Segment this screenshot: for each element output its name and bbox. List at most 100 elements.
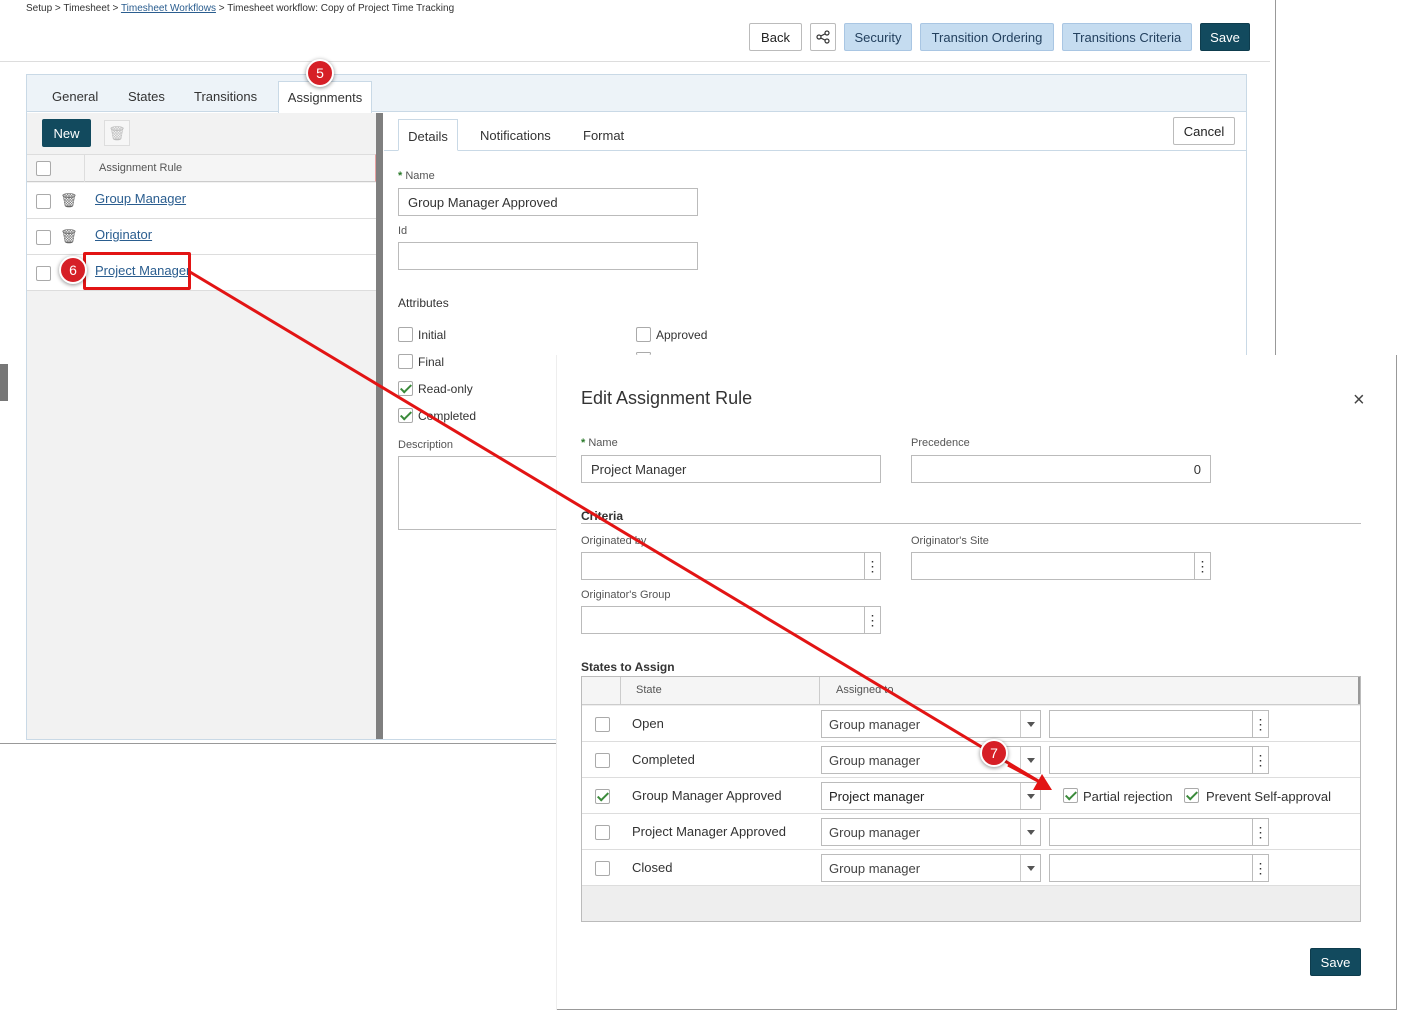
chevron-down-icon[interactable] (1020, 783, 1040, 809)
select-all-checkbox[interactable] (36, 161, 51, 176)
trash-icon[interactable]: 🗑 (60, 192, 78, 208)
rule-row[interactable]: 🗑 Group Manager (27, 183, 376, 219)
partial-rejection-checkbox[interactable] (1063, 788, 1078, 803)
column-divider (620, 677, 621, 704)
prevent-self-approval-label: Prevent Self-approval (1206, 789, 1332, 804)
assignee-input[interactable]: ⋮ (1049, 854, 1269, 882)
step-marker-7: 7 (980, 739, 1008, 767)
assigned-to-value: Project manager (829, 788, 925, 804)
assigned-to-select[interactable]: Group manager (821, 854, 1041, 882)
assigned-to-value: Group manager (829, 824, 921, 840)
more-options-icon[interactable]: ⋮ (1252, 711, 1268, 737)
chevron-down-icon[interactable] (1020, 711, 1040, 737)
partial-rejection-label: Partial rejection (1083, 789, 1173, 804)
completed-checkbox[interactable] (398, 408, 413, 423)
rule-link-originator[interactable]: Originator (95, 227, 152, 242)
state-row: Closed Group manager ⋮ (582, 850, 1360, 886)
trash-icon[interactable]: 🗑 (60, 228, 78, 244)
more-options-icon[interactable]: ⋮ (1252, 747, 1268, 773)
originators-group-input[interactable]: ⋮ (581, 606, 881, 634)
final-checkbox[interactable] (398, 354, 413, 369)
state-name: Completed (632, 752, 695, 767)
breadcrumb-setup[interactable]: Setup (26, 3, 52, 14)
row-checkbox[interactable] (36, 266, 51, 281)
row-checkbox[interactable] (595, 789, 610, 804)
more-options-icon[interactable]: ⋮ (864, 607, 880, 633)
subtab-notifications[interactable]: Notifications (480, 128, 551, 143)
prevent-self-approval-checkbox[interactable] (1184, 788, 1199, 803)
tab-states[interactable]: States (128, 89, 165, 104)
column-assigned-to[interactable]: Assigned to (836, 684, 893, 696)
row-checkbox[interactable] (595, 861, 610, 876)
back-button[interactable]: Back (749, 23, 802, 51)
more-options-icon[interactable]: ⋮ (864, 553, 880, 579)
initial-checkbox[interactable] (398, 327, 413, 342)
row-checkbox[interactable] (36, 194, 51, 209)
share-button[interactable] (810, 23, 836, 51)
id-label: Id (398, 225, 408, 237)
subtab-format[interactable]: Format (583, 128, 624, 143)
assigned-to-select[interactable]: Group manager (821, 710, 1041, 738)
rule-link-group-manager[interactable]: Group Manager (95, 191, 186, 206)
row-checkbox[interactable] (595, 717, 610, 732)
criteria-divider (581, 523, 1361, 524)
assigned-to-select[interactable]: Project manager (821, 782, 1041, 810)
more-options-icon[interactable]: ⋮ (1252, 855, 1268, 881)
chevron-down-icon[interactable] (1020, 747, 1040, 773)
originators-site-label: Originator's Site (911, 535, 989, 547)
breadcrumb-workflows-link[interactable]: Timesheet Workflows (121, 3, 216, 14)
pane-splitter[interactable] (376, 113, 383, 739)
state-id-input[interactable] (398, 242, 698, 270)
rule-name-input[interactable]: Project Manager (581, 455, 881, 483)
row-checkbox[interactable] (595, 825, 610, 840)
collapse-handle[interactable] (0, 364, 8, 401)
assignee-input[interactable]: ⋮ (1049, 818, 1269, 846)
precedence-input[interactable]: 0 (911, 455, 1211, 483)
subtab-details[interactable]: Details (398, 119, 458, 151)
originators-site-input[interactable]: ⋮ (911, 552, 1211, 580)
originators-group-label: Originator's Group (581, 589, 671, 601)
save-button[interactable]: Save (1200, 23, 1250, 51)
transition-ordering-button[interactable]: Transition Ordering (920, 23, 1054, 51)
chevron-down-icon[interactable] (1020, 855, 1040, 881)
originated-by-input[interactable]: ⋮ (581, 552, 881, 580)
cancel-button[interactable]: Cancel (1173, 117, 1235, 145)
transitions-criteria-button[interactable]: Transitions Criteria (1062, 23, 1192, 51)
originated-by-label: Originated by (581, 535, 647, 547)
security-button[interactable]: Security (844, 23, 912, 51)
description-label: Description (398, 439, 454, 451)
breadcrumb: Setup > Timesheet > Timesheet Workflows … (26, 3, 454, 14)
assigned-to-select[interactable]: Group manager (821, 818, 1041, 846)
column-state[interactable]: State (636, 684, 662, 696)
tab-general[interactable]: General (52, 89, 98, 104)
close-icon[interactable]: × (1353, 389, 1365, 412)
rule-name-label: * Name (581, 437, 618, 449)
header-divider (0, 61, 1270, 62)
rules-grid-header: Assignment Rule (27, 154, 376, 182)
assigned-to-select[interactable]: Group manager (821, 746, 1041, 774)
assignee-input[interactable]: ⋮ (1049, 710, 1269, 738)
assignee-input[interactable]: ⋮ (1049, 746, 1269, 774)
row-checkbox[interactable] (595, 753, 610, 768)
state-name: Group Manager Approved (632, 788, 782, 803)
description-textarea[interactable] (398, 456, 558, 530)
state-row: Completed Group manager ⋮ (582, 742, 1360, 778)
readonly-checkbox[interactable] (398, 381, 413, 396)
dialog-title: Edit Assignment Rule (581, 388, 753, 408)
rule-row[interactable]: 🗑 Originator (27, 219, 376, 255)
chevron-down-icon[interactable] (1020, 819, 1040, 845)
dialog-save-button[interactable]: Save (1310, 948, 1361, 976)
more-options-icon[interactable]: ⋮ (1252, 819, 1268, 845)
attributes-label: Attributes (398, 296, 449, 310)
share-icon (816, 30, 830, 44)
rule-name-label-text: Name (588, 437, 618, 449)
column-assignment-rule[interactable]: Assignment Rule (99, 162, 182, 174)
approved-checkbox[interactable] (636, 327, 651, 342)
row-checkbox[interactable] (36, 230, 51, 245)
breadcrumb-timesheet[interactable]: Timesheet (63, 3, 109, 14)
tab-transitions[interactable]: Transitions (194, 89, 257, 104)
state-name-input[interactable]: Group Manager Approved (398, 188, 698, 216)
new-button[interactable]: New (42, 119, 91, 147)
more-options-icon[interactable]: ⋮ (1194, 553, 1210, 579)
final-label: Final (418, 355, 445, 369)
